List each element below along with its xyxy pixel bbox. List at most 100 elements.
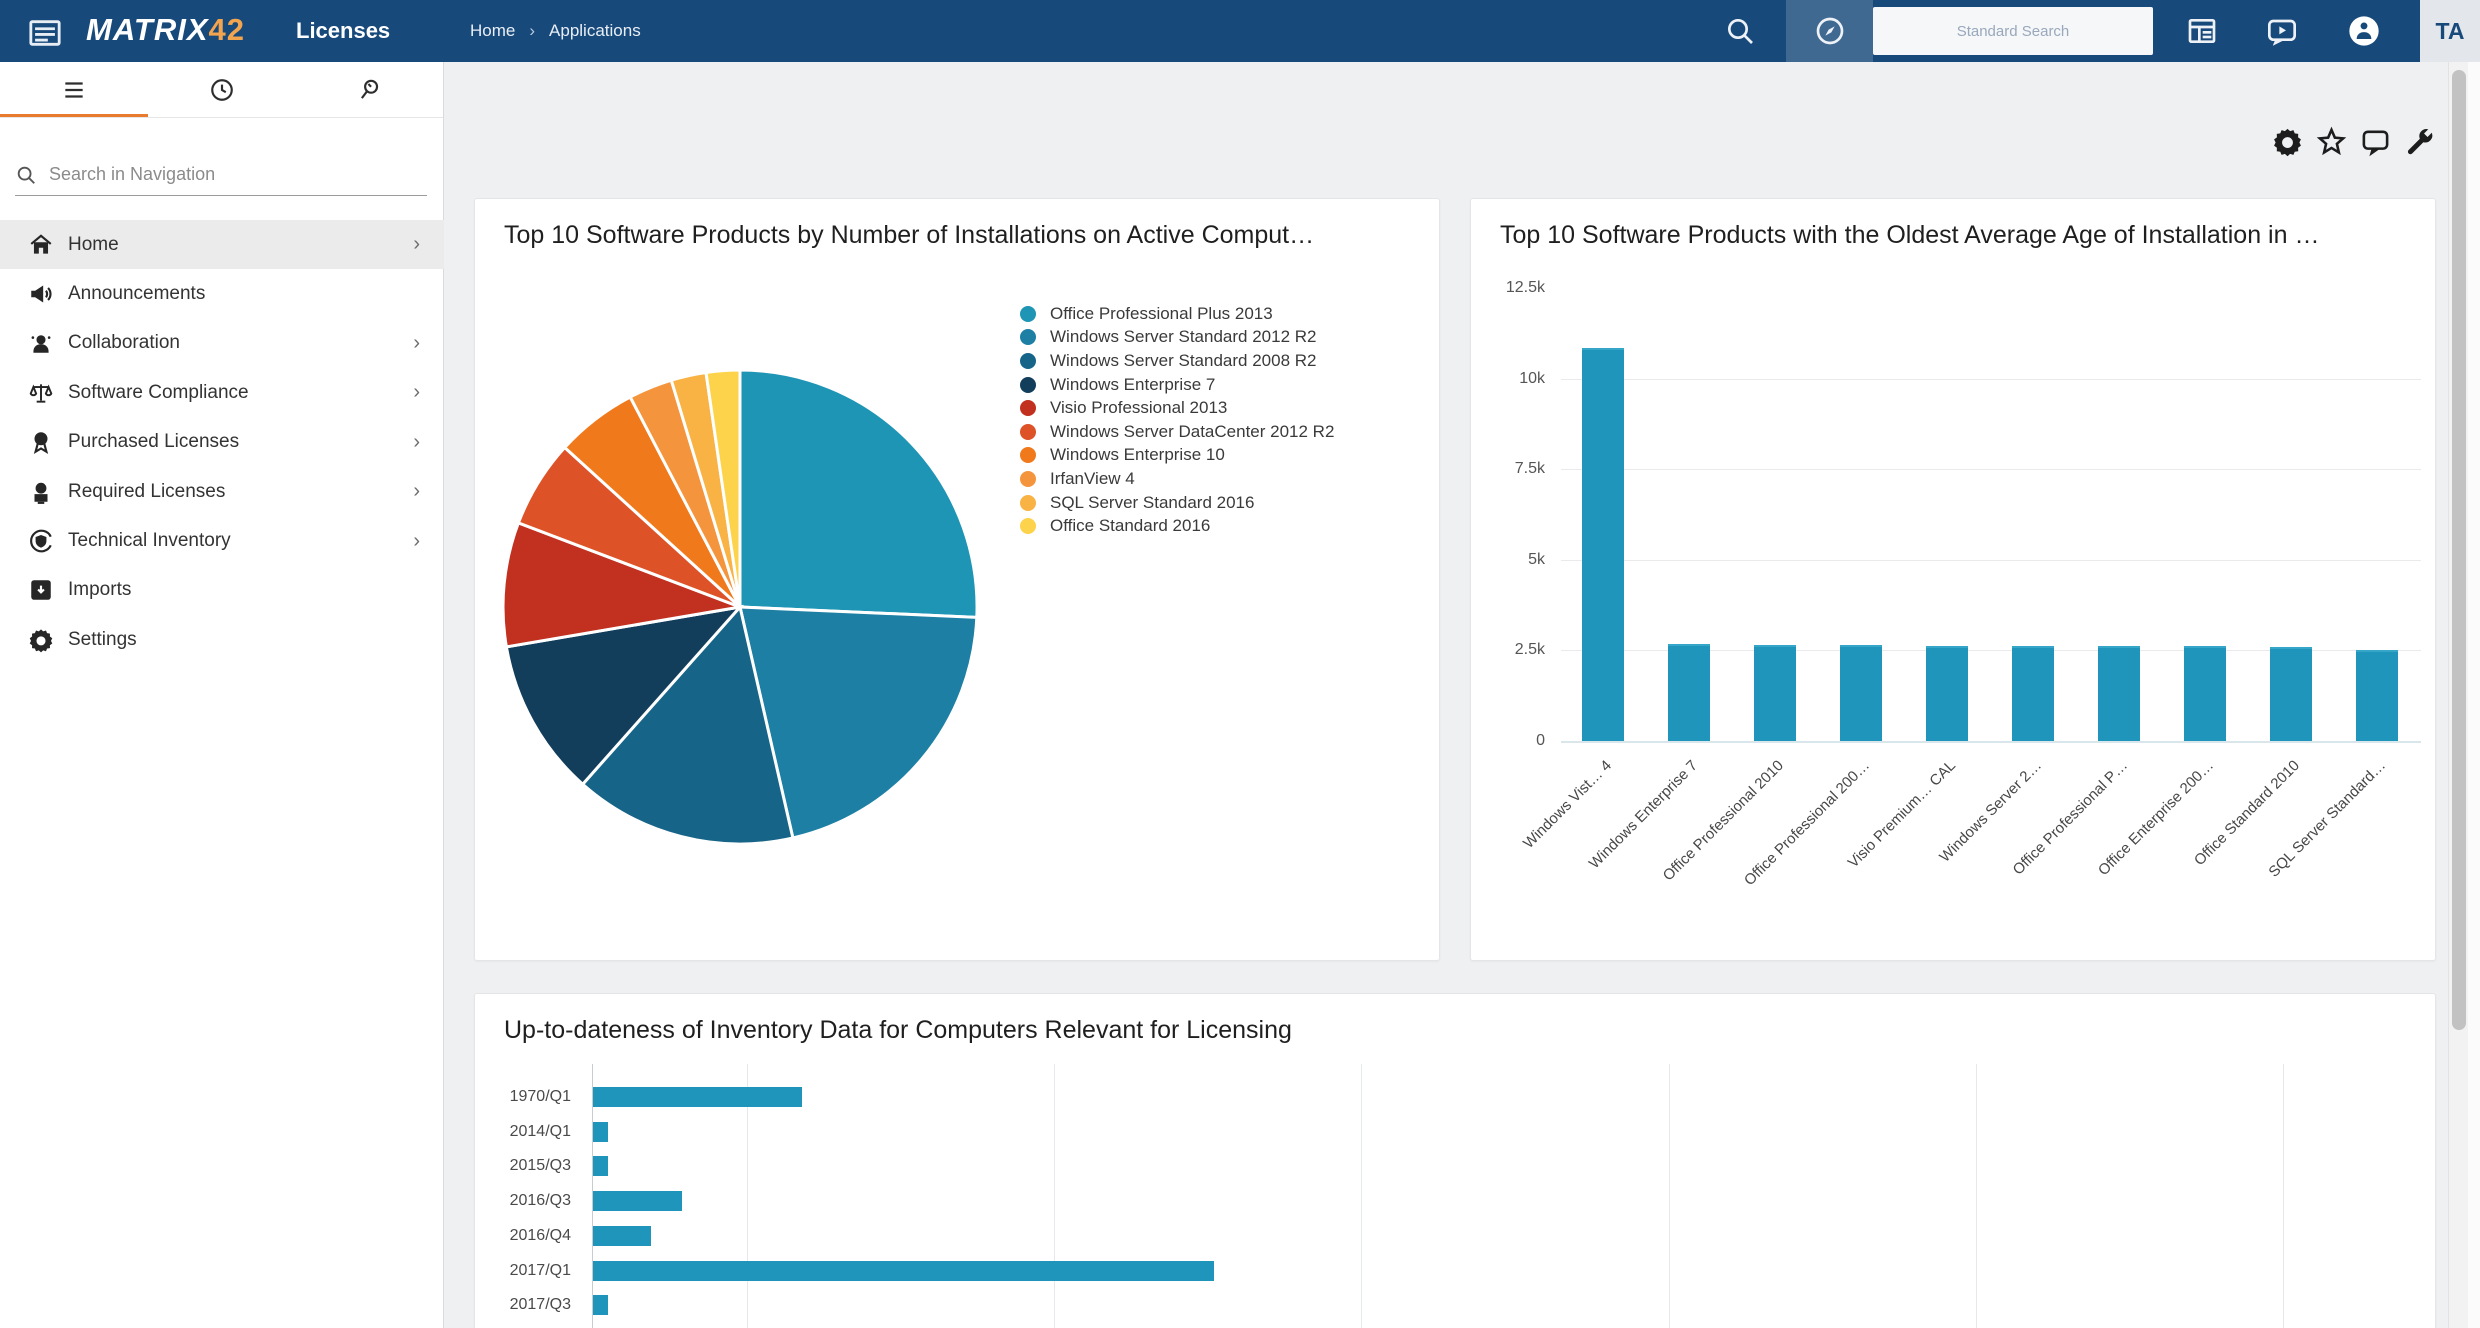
card-oldest-installation: Top 10 Software Products with the Oldest… [1470,198,2436,961]
y-axis-tick: 0 [1473,732,1545,750]
tab-navigation[interactable] [0,62,148,118]
people-icon [28,330,54,356]
bar [593,1295,608,1315]
category-label: 2015/Q3 [475,1157,571,1175]
gridline [1976,1064,1977,1328]
x-axis-label: Windows Enterprise 7 [1512,757,1701,946]
category-label: 2016/Q3 [475,1192,571,1210]
sidebar-item-label: Announcements [68,283,205,305]
avatar[interactable]: TA [2420,0,2480,62]
sidebar-item-label: Home [68,234,119,256]
sidebar-item-home[interactable]: Home› [0,220,444,269]
legend-item: Office Professional Plus 2013 [1020,302,1334,326]
sidebar-item-imports[interactable]: Imports [0,566,444,615]
bar-chart: 12.5k10k7.5k5k2.5k0Windows Vist… 4Window… [1471,199,2437,962]
chevron-right-icon: › [413,480,420,503]
legend-label: Windows Server Standard 2012 R2 [1050,327,1316,347]
sidebar-item-software-compliance[interactable]: Software Compliance› [0,368,444,417]
pie-chart-title: Top 10 Software Products by Number of In… [504,221,1314,250]
sidebar-item-purchased-licenses[interactable]: Purchased Licenses › [0,418,444,467]
legend-dot [1020,495,1036,511]
legend-label: SQL Server Standard 2016 [1050,493,1254,513]
y-axis-tick: 7.5k [1473,460,1545,478]
active-app-tile[interactable] [1786,0,1873,62]
legend-dot [1020,518,1036,534]
app-menu-icon[interactable] [28,16,62,46]
bar [1582,348,1624,741]
sidebar-item-announcements[interactable]: Announcements [0,269,444,318]
x-axis-label: Office Professional P… [1942,757,2131,946]
legend-label: IrfanView 4 [1050,469,1135,489]
sidebar-item-required-licenses[interactable]: Required Licenses› [0,467,444,516]
category-label: 2017/Q3 [475,1296,571,1314]
sidebar-item-collaboration[interactable]: Collaboration› [0,319,444,368]
search-icon[interactable] [1724,15,1756,47]
breadcrumb: Home›Applications [470,21,641,41]
compass-icon [1814,15,1846,47]
sidebar-item-technical-inventory[interactable]: Technical Inventory› [0,516,444,565]
bar [2356,650,2398,741]
pin-icon [357,77,383,103]
top-bar: MATRIX42 Licenses Home›Applications TA [0,0,2480,62]
y-axis-tick: 12.5k [1473,279,1545,297]
sidebar-item-label: Purchased Licenses [68,431,239,453]
comment-icon[interactable] [2360,126,2391,157]
gear-icon[interactable] [2272,126,2303,157]
legend-label: Visio Professional 2013 [1050,398,1227,418]
legend-dot [1020,306,1036,322]
category-label: 1970/Q1 [475,1088,571,1106]
x-axis-label: Windows Server 2… [1856,757,2045,946]
y-axis-tick: 2.5k [1473,641,1545,659]
wrench-icon[interactable] [2404,126,2435,157]
edge-strip [2468,62,2480,1328]
page-scrollbar[interactable] [2448,62,2468,1328]
legend-dot [1020,329,1036,345]
apps-grid-icon[interactable] [2186,15,2218,47]
scales-icon [28,380,54,406]
megaphone-icon [28,281,54,307]
product-name: Licenses [296,18,390,44]
category-label: 2016/Q4 [475,1227,571,1245]
pie-slice [740,370,977,617]
bar [2270,647,2312,741]
legend-item: IrfanView 4 [1020,467,1334,491]
x-axis-line [1561,741,2421,743]
bar [1840,645,1882,741]
breadcrumb-current[interactable]: Applications [549,21,641,40]
sidebar-nav-list: Home›AnnouncementsCollaboration›Software… [0,220,444,665]
card-uptodateness: Up-to-dateness of Inventory Data for Com… [474,993,2436,1328]
user-help-icon[interactable] [2348,15,2380,47]
breadcrumb-home[interactable]: Home [470,21,515,40]
legend-item: Visio Professional 2013 [1020,396,1334,420]
tab-favorites[interactable] [296,62,444,118]
search-icon [15,164,37,186]
y-axis-tick: 10k [1473,370,1545,388]
bar [2012,646,2054,741]
gridline [1561,379,2421,380]
sidebar-search-input[interactable] [49,164,427,185]
bar [593,1087,802,1107]
home-icon [28,232,54,258]
bar [1926,646,1968,741]
bar [593,1226,651,1246]
chevron-right-icon: › [413,431,420,454]
x-axis-label: Visio Premium… CAL [1770,757,1959,946]
legend-label: Office Standard 2016 [1050,516,1210,536]
legend-dot [1020,353,1036,369]
tab-history[interactable] [148,62,296,118]
matrix42-logo[interactable]: MATRIX42 [86,12,245,48]
sidebar-item-label: Settings [68,629,137,651]
sidebar-item-settings[interactable]: Settings [0,615,444,664]
gridline [1561,560,2421,561]
global-search-input[interactable] [1873,7,2153,55]
badge-icon [28,479,54,505]
chevron-right-icon: › [413,332,420,355]
star-icon[interactable] [2316,126,2347,157]
legend-dot [1020,377,1036,393]
sidebar-item-label: Software Compliance [68,382,249,404]
bar [593,1122,608,1142]
clock-icon [209,77,235,103]
scrollbar-thumb[interactable] [2452,70,2466,1030]
award-icon [28,429,54,455]
video-tutorials-icon[interactable] [2266,15,2298,47]
